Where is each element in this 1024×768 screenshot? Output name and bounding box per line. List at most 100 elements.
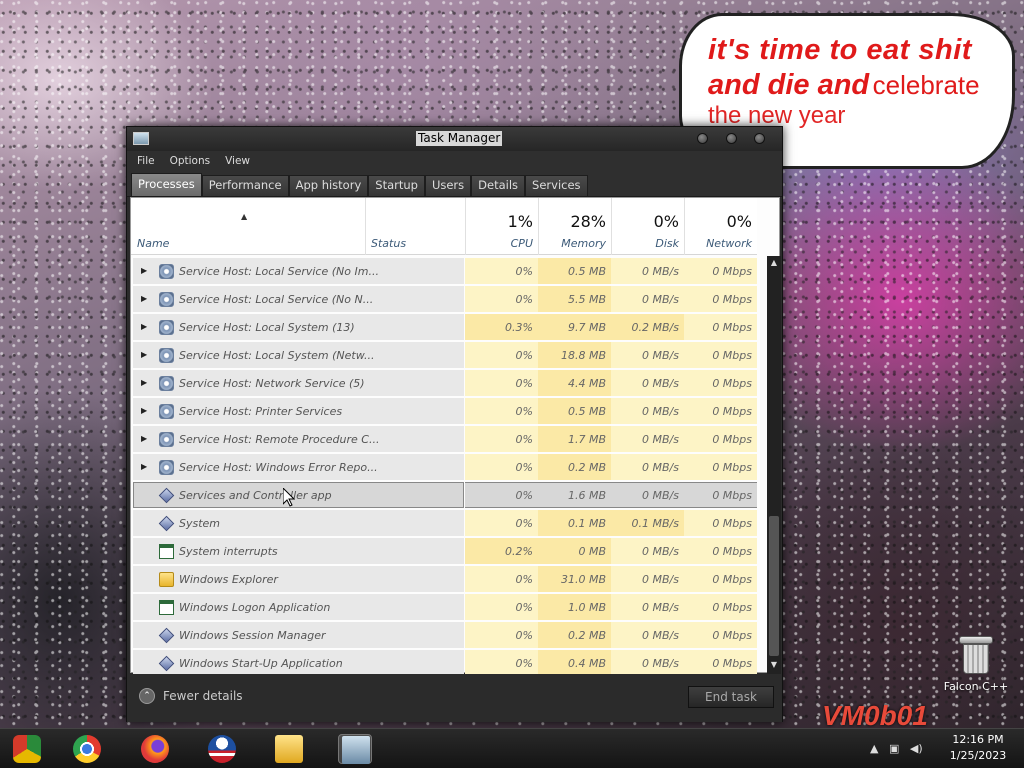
table-row[interactable]: ▶ Service Host: Local Service (No Im... 0%… bbox=[131, 258, 757, 286]
tab-startup[interactable]: Startup bbox=[368, 175, 425, 196]
process-disk: 0 MB/s bbox=[642, 601, 679, 614]
menu-bar: File Options View bbox=[127, 151, 782, 171]
clock[interactable]: 12:16 PM 1/25/2023 bbox=[946, 732, 1010, 764]
show-hidden-icons-icon[interactable]: ▲ bbox=[870, 742, 878, 755]
scroll-thumb[interactable] bbox=[769, 516, 779, 656]
expand-arrow-icon[interactable]: ▶ bbox=[141, 294, 147, 303]
network-icon[interactable]: ▣ bbox=[889, 742, 899, 755]
table-row[interactable]: ▶ Service Host: Network Service (5) 0% 4.4 … bbox=[131, 370, 757, 398]
table-row[interactable]: System 0% 0.1 MB 0.1 MB/s 0 Mbps bbox=[131, 510, 757, 538]
process-cpu: 0.2% bbox=[505, 545, 533, 558]
tab-performance[interactable]: Performance bbox=[201, 175, 289, 196]
scroll-up-icon[interactable]: ▲ bbox=[769, 258, 779, 268]
taskbar-app-3[interactable] bbox=[138, 734, 172, 764]
column-status[interactable]: Status bbox=[371, 237, 406, 250]
task-manager-app-icon[interactable] bbox=[133, 132, 149, 145]
expand-arrow-icon[interactable]: ▶ bbox=[141, 350, 147, 359]
scroll-down-icon[interactable]: ▼ bbox=[769, 660, 779, 670]
expand-arrow-icon[interactable]: ▶ bbox=[141, 322, 147, 331]
process-disk: 0.1 MB/s bbox=[631, 517, 679, 530]
mouse-cursor-icon bbox=[283, 488, 295, 507]
column-disk[interactable]: Disk bbox=[611, 237, 679, 250]
tab-processes[interactable]: Processes bbox=[131, 173, 202, 196]
tab-users[interactable]: Users bbox=[424, 175, 472, 196]
table-row[interactable]: ▶ Service Host: Local Service (No N... 0% 5… bbox=[131, 286, 757, 314]
table-row[interactable]: ▶ Service Host: Local System (13) 0.3% 9.7 … bbox=[131, 314, 757, 342]
menu-file[interactable]: File bbox=[137, 155, 155, 167]
desktop-icon-falcon[interactable]: Falcon C++ bbox=[942, 632, 1010, 693]
vertical-scrollbar[interactable]: ▲ ▼ bbox=[767, 256, 781, 674]
bubble-line-2-bold: and die and bbox=[708, 69, 870, 101]
taskbar-app-4[interactable] bbox=[205, 734, 239, 764]
tab-app-history[interactable]: App history bbox=[288, 175, 369, 196]
table-row[interactable]: Services and Controller app 0% 1.6 MB 0 MB/… bbox=[131, 482, 757, 510]
fewer-details-button[interactable]: ⌃ Fewer details bbox=[139, 688, 243, 704]
process-network: 0 Mbps bbox=[712, 629, 752, 642]
process-memory: 31.0 MB bbox=[560, 573, 606, 586]
process-memory: 0.5 MB bbox=[567, 405, 606, 418]
clock-date: 1/25/2023 bbox=[949, 749, 1007, 762]
process-memory: 0 MB bbox=[578, 545, 606, 558]
process-cpu: 0% bbox=[515, 601, 533, 614]
expand-arrow-icon[interactable]: ▶ bbox=[141, 378, 147, 387]
process-name: Service Host: Local System (13) bbox=[179, 321, 355, 334]
process-name: Service Host: Remote Procedure C... bbox=[179, 433, 380, 446]
bubble-line-2: and die and celebrate bbox=[708, 69, 998, 102]
title-bar[interactable]: Task Manager bbox=[127, 127, 782, 151]
process-name: Services and Controller app bbox=[179, 489, 332, 502]
process-name: Windows Session Manager bbox=[179, 629, 326, 642]
window-title: Task Manager bbox=[416, 131, 503, 146]
taskbar-app-2[interactable] bbox=[70, 734, 104, 764]
expand-arrow-icon[interactable]: ▶ bbox=[141, 462, 147, 471]
tab-services[interactable]: Services bbox=[525, 175, 588, 196]
maximize-button[interactable] bbox=[726, 133, 737, 144]
process-disk: 0 MB/s bbox=[642, 461, 679, 474]
file-explorer-icon bbox=[275, 735, 303, 763]
process-memory: 1.7 MB bbox=[567, 433, 606, 446]
gear-icon bbox=[159, 376, 174, 391]
folder-icon bbox=[159, 572, 174, 587]
column-name[interactable]: Name bbox=[137, 237, 169, 250]
end-task-button[interactable]: End task bbox=[688, 686, 774, 708]
taskbar-app-1[interactable] bbox=[10, 734, 44, 764]
table-row[interactable]: ▶ Service Host: Remote Procedure C... 0% 1.… bbox=[131, 426, 757, 454]
process-memory: 0.2 MB bbox=[567, 629, 606, 642]
column-cpu[interactable]: CPU bbox=[465, 237, 533, 250]
gear-icon bbox=[159, 320, 174, 335]
column-memory[interactable]: Memory bbox=[538, 237, 606, 250]
table-row[interactable]: ▶ Service Host: Local System (Netw... 0% 18… bbox=[131, 342, 757, 370]
process-name: System bbox=[179, 517, 221, 530]
minimize-button[interactable] bbox=[697, 133, 708, 144]
table-row[interactable]: ▶ Service Host: Windows Error Repo... 0% 0.… bbox=[131, 454, 757, 482]
menu-view[interactable]: View bbox=[225, 155, 250, 167]
expand-arrow-icon[interactable]: ▶ bbox=[141, 266, 147, 275]
process-disk: 0 MB/s bbox=[642, 377, 679, 390]
taskbar-app-6[interactable] bbox=[338, 734, 372, 764]
table-row[interactable]: Windows Explorer 0% 31.0 MB 0 MB/s 0 Mbps bbox=[131, 566, 757, 594]
volume-icon[interactable]: ◀) bbox=[910, 742, 923, 755]
expand-arrow-icon[interactable]: ▶ bbox=[141, 434, 147, 443]
gear-icon bbox=[159, 404, 174, 419]
expand-arrow-icon[interactable]: ▶ bbox=[141, 406, 147, 415]
tab-details[interactable]: Details bbox=[471, 175, 526, 196]
column-network[interactable]: Network bbox=[684, 237, 752, 250]
table-row[interactable]: Windows Logon Application 0% 1.0 MB 0 MB/s 0… bbox=[131, 594, 757, 622]
table-row[interactable]: Windows Session Manager 0% 0.2 MB 0 MB/s 0 M… bbox=[131, 622, 757, 650]
process-name: Service Host: Printer Services bbox=[179, 405, 343, 418]
chevron-up-icon: ⌃ bbox=[139, 688, 155, 704]
window-icon bbox=[159, 544, 174, 559]
process-network: 0 Mbps bbox=[712, 517, 752, 530]
process-name: Service Host: Windows Error Repo... bbox=[179, 461, 378, 474]
process-network: 0 Mbps bbox=[712, 489, 752, 502]
process-cpu: 0% bbox=[515, 377, 533, 390]
menu-options[interactable]: Options bbox=[170, 155, 211, 167]
table-row[interactable]: Windows Start-Up Application 0% 0.4 MB 0 MB… bbox=[131, 650, 757, 674]
process-cpu: 0% bbox=[515, 405, 533, 418]
taskbar-app-5[interactable] bbox=[272, 734, 306, 764]
close-button[interactable] bbox=[754, 133, 765, 144]
process-memory: 1.0 MB bbox=[567, 601, 606, 614]
process-cpu: 0% bbox=[515, 265, 533, 278]
gear-icon bbox=[159, 264, 174, 279]
table-row[interactable]: ▶ Service Host: Printer Services 0% 0.5 MB 0… bbox=[131, 398, 757, 426]
table-row[interactable]: System interrupts 0.2% 0 MB 0 MB/s 0 Mbps bbox=[131, 538, 757, 566]
